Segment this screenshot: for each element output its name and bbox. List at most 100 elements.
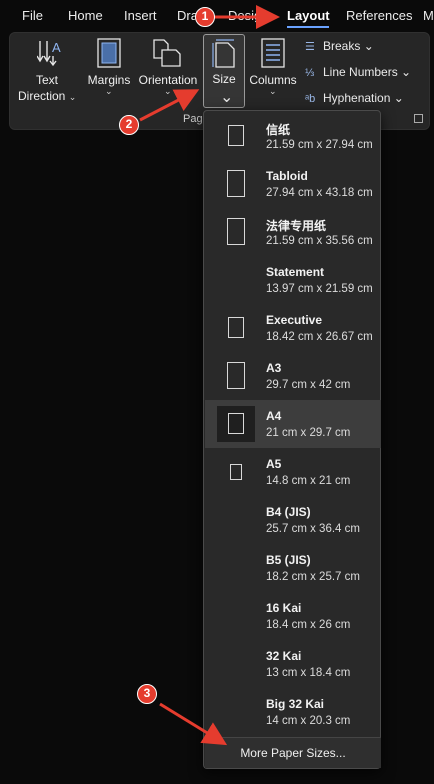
page-icon (227, 170, 245, 197)
paper-size-item[interactable]: Tabloid 27.94 cm x 43.18 cm (205, 160, 381, 208)
tab-references[interactable]: References (346, 8, 412, 23)
more-paper-sizes-button[interactable]: More Paper Sizes... (205, 737, 381, 768)
text-direction-button[interactable]: A Text Direction ⌄ (18, 38, 76, 108)
paper-size-item[interactable]: A3 29.7 cm x 42 cm (205, 352, 381, 400)
text-direction-label-2: Direction ⌄ (18, 89, 77, 103)
paper-thumbnail (217, 262, 255, 298)
paper-size-item[interactable]: A4 21 cm x 29.7 cm (205, 400, 381, 448)
svg-text:A: A (52, 40, 61, 55)
paper-thumbnail (217, 694, 255, 730)
chevron-down-icon: ⌄ (68, 92, 77, 102)
paper-size-dimensions: 25.7 cm x 36.4 cm (266, 523, 360, 535)
size-label: Size (212, 72, 236, 86)
paper-size-item[interactable]: 法律专用纸 21.59 cm x 35.56 cm (205, 208, 381, 256)
chevron-down-icon: ⌄ (105, 86, 113, 96)
paper-size-item[interactable]: 信纸 21.59 cm x 27.94 cm (205, 112, 381, 160)
paper-size-item[interactable]: 16 Kai 18.4 cm x 26 cm (205, 592, 381, 640)
orientation-button[interactable]: Orientation ⌄ (136, 38, 200, 108)
paper-size-name: Statement (266, 265, 325, 279)
paper-size-name: Executive (266, 313, 323, 327)
page-icon (228, 317, 244, 338)
tab-file[interactable]: File (22, 8, 43, 23)
paper-size-dimensions: 21 cm x 29.7 cm (266, 427, 351, 439)
paper-size-dimensions: 13.97 cm x 21.59 cm (266, 283, 373, 295)
chevron-down-icon: ⌄ (393, 91, 404, 105)
breaks-button[interactable]: ☰ Breaks ⌄ (305, 39, 374, 53)
chevron-down-icon: ⌄ (401, 65, 412, 79)
columns-icon (261, 38, 285, 68)
paper-thumbnail (217, 502, 255, 538)
annotation-badge-3: 3 (137, 684, 157, 704)
tab-mailings[interactable]: M (423, 8, 434, 23)
paper-thumbnail (217, 406, 255, 442)
paper-size-name: 32 Kai (266, 649, 302, 663)
paper-size-dimensions: 29.7 cm x 42 cm (266, 379, 351, 391)
paper-size-name: 信纸 (266, 123, 291, 137)
paper-thumbnail (217, 118, 255, 154)
orientation-icon (153, 39, 181, 67)
paper-size-name: A4 (266, 409, 282, 423)
active-tab-indicator (287, 26, 329, 28)
tab-home[interactable]: Home (68, 8, 103, 23)
paper-thumbnail (217, 598, 255, 634)
hyphenation-icon: ᵃb (305, 93, 316, 105)
line-numbers-icon: ⅓ (305, 67, 315, 79)
chevron-down-icon: ⌄ (164, 86, 172, 96)
paper-thumbnail (217, 358, 255, 394)
breaks-icon: ☰ (305, 41, 315, 53)
paper-thumbnail (217, 646, 255, 682)
chevron-down-icon: ⌄ (269, 86, 277, 96)
paper-size-item[interactable]: B4 (JIS) 25.7 cm x 36.4 cm (205, 496, 381, 544)
paper-size-dimensions: 21.59 cm x 27.94 cm (266, 139, 373, 151)
page-setup-group-label: Pag (183, 113, 203, 125)
paper-thumbnail (217, 310, 255, 346)
page-size-icon (212, 39, 235, 68)
paper-thumbnail (217, 166, 255, 202)
paper-size-name: 16 Kai (266, 601, 302, 615)
annotation-badge-1: 1 (195, 7, 215, 27)
paper-size-dimensions: 18.2 cm x 25.7 cm (266, 571, 360, 583)
menu-bar: File Home Insert Draw Design Layout Refe… (0, 0, 434, 32)
margins-button[interactable]: Margins ⌄ (84, 38, 134, 108)
paper-size-dimensions: 13 cm x 18.4 cm (266, 667, 351, 679)
paper-size-dimensions: 14.8 cm x 21 cm (266, 475, 351, 487)
annotation-badge-2: 2 (119, 115, 139, 135)
paper-thumbnail (217, 214, 255, 250)
chevron-down-icon: ⌄ (220, 89, 234, 106)
tab-layout[interactable]: Layout (287, 8, 330, 23)
page-icon (227, 218, 245, 245)
paper-size-name: A3 (266, 361, 282, 375)
paper-thumbnail (217, 550, 255, 586)
paper-size-name: Big 32 Kai (266, 697, 325, 711)
hyphenation-button[interactable]: ᵃb Hyphenation ⌄ (305, 91, 404, 105)
paper-size-name: B4 (JIS) (266, 505, 311, 519)
dialog-launcher-icon[interactable] (414, 114, 423, 123)
size-dropdown-menu: 信纸 21.59 cm x 27.94 cm Tabloid 27.94 cm x 4… (203, 110, 381, 769)
paper-size-name: B5 (JIS) (266, 553, 311, 567)
paper-size-dimensions: 27.94 cm x 43.18 cm (266, 187, 373, 199)
page-icon (227, 362, 245, 389)
size-button[interactable]: Size ⌄ (203, 34, 245, 108)
page-icon (230, 464, 242, 480)
paper-size-item[interactable]: Statement 13.97 cm x 21.59 cm (205, 256, 381, 304)
tab-design[interactable]: Design (228, 8, 270, 23)
paper-size-dimensions: 18.4 cm x 26 cm (266, 619, 351, 631)
text-direction-icon: A (37, 40, 61, 67)
line-numbers-button[interactable]: ⅓ Line Numbers ⌄ (305, 65, 411, 79)
paper-size-item[interactable]: Executive 18.42 cm x 26.67 cm (205, 304, 381, 352)
paper-size-dimensions: 18.42 cm x 26.67 cm (266, 331, 373, 343)
paper-size-item[interactable]: B5 (JIS) 18.2 cm x 25.7 cm (205, 544, 381, 592)
paper-size-name: 法律专用纸 (266, 219, 327, 233)
page-icon (228, 413, 244, 434)
paper-size-item[interactable]: 32 Kai 13 cm x 18.4 cm (205, 640, 381, 688)
page-icon (228, 125, 244, 146)
tab-insert[interactable]: Insert (124, 8, 157, 23)
paper-size-dimensions: 21.59 cm x 35.56 cm (266, 235, 373, 247)
margins-icon (97, 38, 121, 68)
chevron-down-icon: ⌄ (363, 39, 374, 53)
paper-thumbnail (217, 454, 255, 490)
columns-button[interactable]: Columns ⌄ (247, 38, 299, 108)
paper-size-dimensions: 14 cm x 20.3 cm (266, 715, 351, 727)
paper-size-item[interactable]: A5 14.8 cm x 21 cm (205, 448, 381, 496)
paper-size-item[interactable]: Big 32 Kai 14 cm x 20.3 cm (205, 688, 381, 736)
